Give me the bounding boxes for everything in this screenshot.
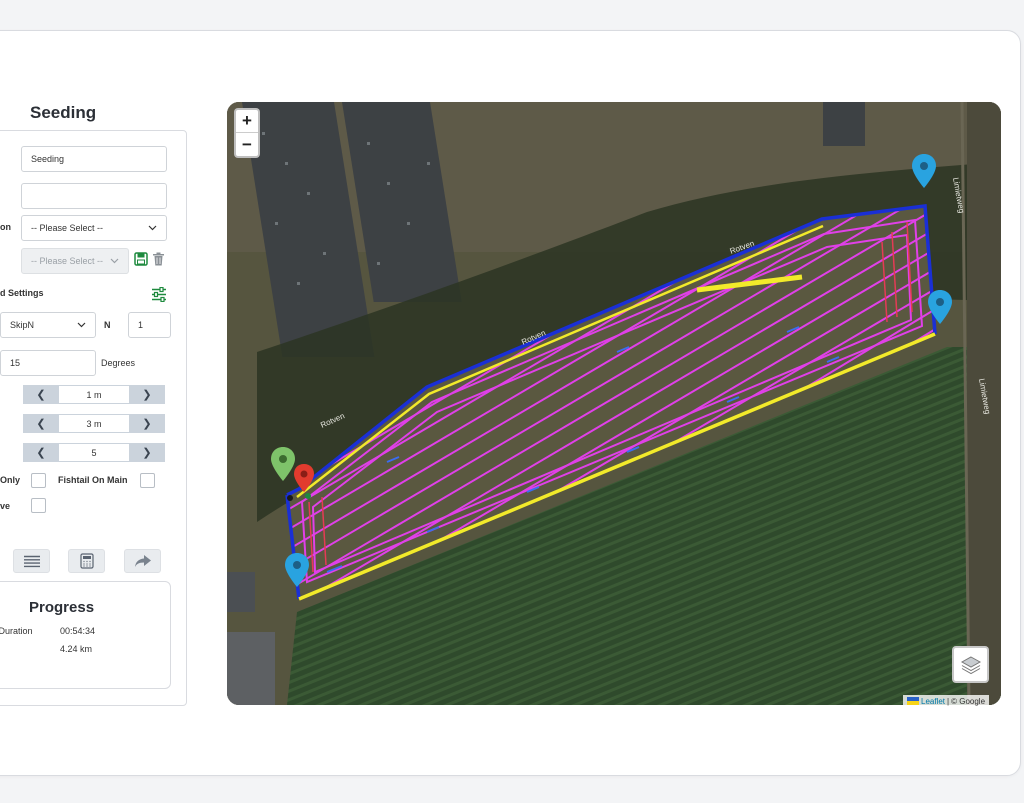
n-input[interactable]: 1 xyxy=(128,312,171,338)
share-button[interactable] xyxy=(124,549,161,573)
increment-button[interactable]: ❯ xyxy=(129,443,165,462)
angle-input[interactable]: 15 xyxy=(0,350,96,376)
decrement-button[interactable]: ❮ xyxy=(23,443,59,462)
chevron-down-icon xyxy=(77,322,86,328)
trash-icon[interactable] xyxy=(152,252,165,266)
progress-title: Progress xyxy=(29,599,95,616)
zoom-out-button[interactable]: − xyxy=(236,133,258,156)
panel-title: Seeding xyxy=(30,103,97,122)
save-icon[interactable] xyxy=(134,252,148,266)
stepper-value[interactable]: 5 xyxy=(59,443,129,462)
check2-label: Fishtail On Main xyxy=(58,475,128,485)
implement-select[interactable]: -- Please Select -- xyxy=(21,215,167,241)
select-row-label: on xyxy=(0,222,11,232)
field-map[interactable]: Rotven Rotven Rotven Limietweg Limietweg xyxy=(227,102,1001,705)
name-input[interactable]: Seeding xyxy=(21,146,167,172)
list-button[interactable] xyxy=(13,549,50,573)
only-checkbox[interactable] xyxy=(31,473,46,488)
distance-value: 4.24 km xyxy=(60,644,93,654)
chevron-right-icon: ❯ xyxy=(142,418,152,430)
reverse-checkbox[interactable] xyxy=(31,498,46,513)
preset-select-value: -- Please Select -- xyxy=(31,256,104,266)
list-icon xyxy=(23,555,40,567)
layers-button[interactable] xyxy=(952,646,989,683)
chevron-left-icon: ❮ xyxy=(36,418,46,430)
zoom-control: + − xyxy=(234,108,260,158)
increment-button[interactable]: ❯ xyxy=(129,385,165,404)
width-stepper: ❮ 1 m ❯ xyxy=(23,385,165,404)
zoom-in-button[interactable]: + xyxy=(236,110,258,133)
chevron-right-icon: ❯ xyxy=(142,447,152,459)
progress-card: Progress d Duration 00:54:34 4.24 km xyxy=(0,581,171,689)
share-icon xyxy=(134,555,151,567)
check1-label: Only xyxy=(0,475,21,485)
count-stepper: ❮ 5 ❯ xyxy=(23,443,165,462)
top-strip xyxy=(0,0,1024,30)
pattern-select-value: SkipN xyxy=(10,320,35,330)
map-attribution: Leaflet | © Google xyxy=(903,695,990,707)
angle-unit: Degrees xyxy=(101,358,136,368)
spacing-stepper: ❮ 3 m ❯ xyxy=(23,414,165,433)
layers-icon xyxy=(960,655,981,674)
settings-heading: d Settings xyxy=(0,288,44,298)
chevron-down-icon xyxy=(148,225,157,231)
implement-select-value: -- Please Select -- xyxy=(31,223,104,233)
sliders-icon[interactable] xyxy=(151,287,167,302)
preset-select[interactable]: -- Please Select -- xyxy=(21,248,129,274)
n-label: N xyxy=(104,320,111,330)
attribution-separator: | xyxy=(947,696,950,706)
duration-value: 00:54:34 xyxy=(60,626,96,636)
description-input[interactable] xyxy=(21,183,167,209)
duration-label: d Duration xyxy=(0,626,33,636)
calculate-button[interactable] xyxy=(68,549,105,573)
fishtail-checkbox[interactable] xyxy=(140,473,155,488)
leaflet-link[interactable]: Leaflet xyxy=(921,697,945,706)
stepper-value[interactable]: 1 m xyxy=(59,385,129,404)
pattern-select[interactable]: SkipN xyxy=(0,312,96,338)
google-attribution: © Google xyxy=(951,696,986,706)
check3-label: ve xyxy=(0,501,11,511)
chevron-left-icon: ❮ xyxy=(36,389,46,401)
stepper-value[interactable]: 3 m xyxy=(59,414,129,433)
chevron-left-icon: ❮ xyxy=(36,447,46,459)
calculator-icon xyxy=(79,553,94,569)
map-canvas: Rotven Rotven Rotven Limietweg Limietweg xyxy=(227,102,1001,705)
decrement-button[interactable]: ❮ xyxy=(23,414,59,433)
flag-icon xyxy=(907,697,919,705)
increment-button[interactable]: ❯ xyxy=(129,414,165,433)
chevron-down-icon xyxy=(110,258,119,264)
decrement-button[interactable]: ❮ xyxy=(23,385,59,404)
chevron-right-icon: ❯ xyxy=(142,389,152,401)
